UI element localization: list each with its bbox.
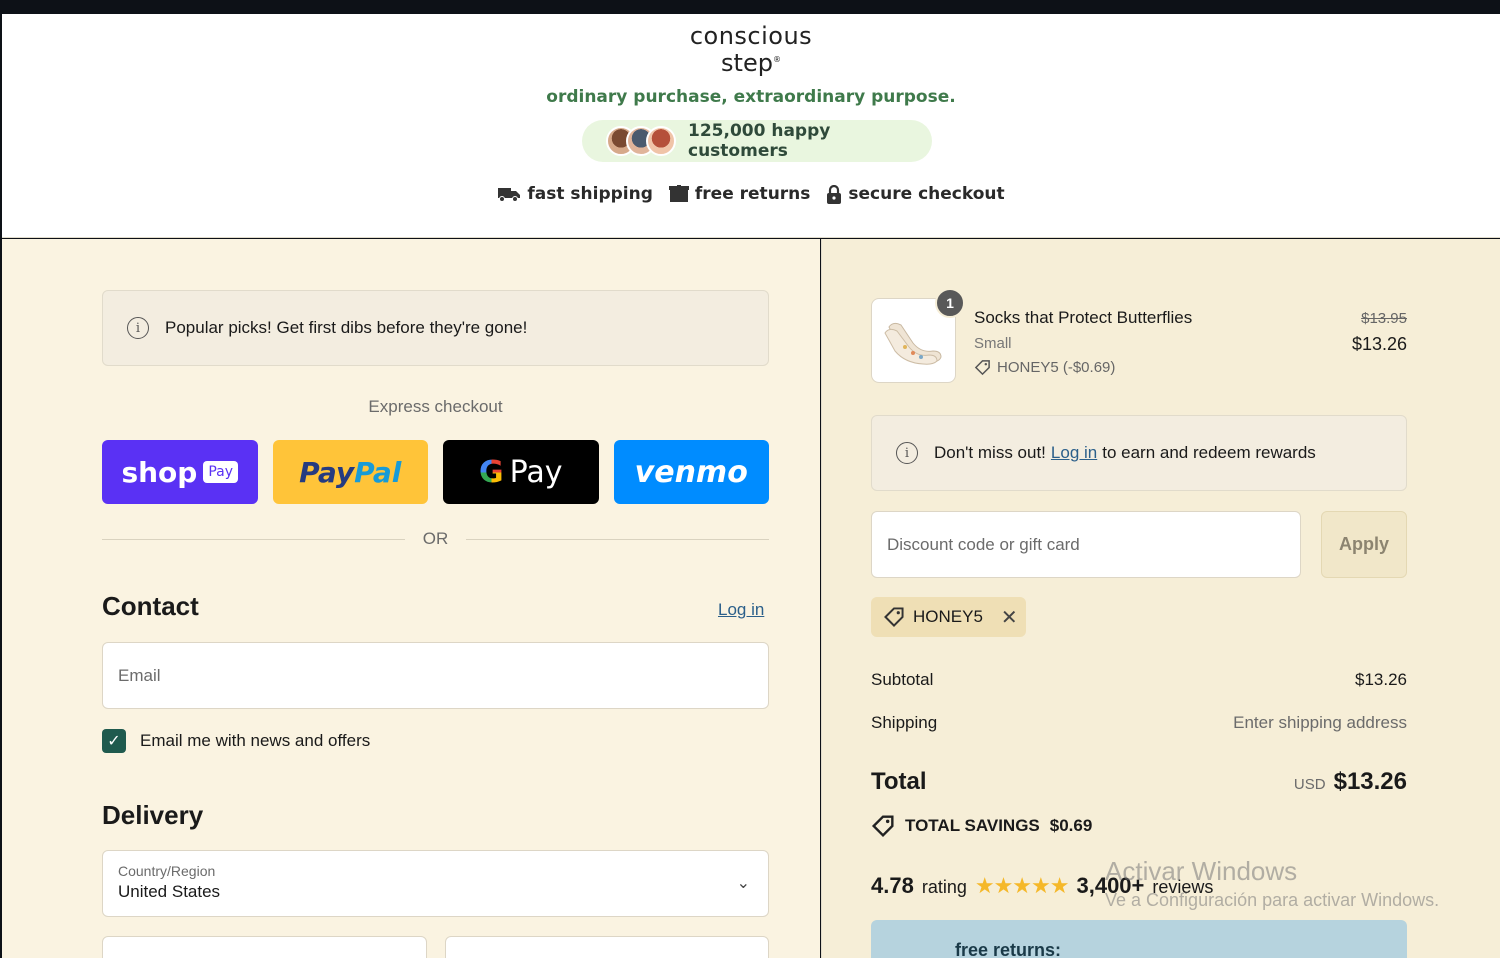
avatar: [646, 126, 676, 156]
or-label: OR: [422, 529, 449, 548]
product-discount-text: HONEY5 (-$0.69): [997, 359, 1116, 376]
or-divider: OR: [102, 529, 769, 549]
badge-fast-shipping: fast shipping: [497, 184, 653, 204]
rewards-login-link[interactable]: Log in: [1051, 443, 1097, 463]
rewards-notice-before: Don't miss out!: [934, 443, 1046, 462]
tagline: ordinary purchase, extraordinary purpose…: [546, 87, 956, 107]
shipping-label: Shipping: [871, 713, 938, 732]
country-value: United States: [118, 882, 221, 901]
currency-code: USD: [1293, 776, 1326, 793]
truck-icon: [498, 188, 521, 202]
stock-notice-text: Popular picks! Get first dibs before the…: [165, 318, 528, 337]
paypal-wordmark-a: Pay: [299, 455, 355, 489]
store-header: conscious step® ordinary purchase, extra…: [2, 14, 1500, 238]
original-price: $13.95: [1361, 310, 1407, 327]
savings-label: TOTAL SAVINGS: [905, 816, 1040, 835]
store-logo[interactable]: conscious step®: [2, 24, 1500, 75]
discounted-price: $13.26: [1351, 334, 1407, 354]
promo-title: free returns:: [955, 940, 1062, 958]
country-select[interactable]: Country/Region United States ⌄: [102, 850, 769, 917]
first-name-field[interactable]: [102, 936, 427, 958]
total-label: Total: [871, 768, 927, 795]
info-icon: i: [896, 442, 918, 464]
express-checkout-label: Express checkout: [368, 397, 503, 416]
badge-label: free returns: [694, 184, 811, 204]
last-name-field[interactable]: [445, 936, 769, 958]
checkout-form-panel: i Popular picks! Get first dibs before t…: [2, 239, 820, 958]
customers-pill: 125,000 happy customers: [582, 120, 932, 162]
shop-pay-tag: Pay: [203, 461, 239, 483]
product-variant: Small: [974, 335, 1012, 352]
windows-activation-subtitle: Ve a Configuración para activar Windows.: [1105, 890, 1440, 910]
remove-discount-icon[interactable]: ✕: [1001, 605, 1018, 630]
google-g-icon: G: [478, 454, 504, 490]
shipping-row: Shipping Enter shipping address: [871, 713, 1407, 733]
info-icon: i: [127, 317, 149, 339]
country-label: Country/Region: [118, 863, 216, 879]
order-summary-panel: 1 Socks that Protect Butterflies Small H…: [821, 239, 1500, 958]
savings-value: $0.69: [1049, 816, 1093, 835]
shipping-value: Enter shipping address: [1233, 713, 1407, 732]
tag-icon: [884, 607, 904, 627]
venmo-button[interactable]: venmo: [613, 440, 769, 504]
product-title: Socks that Protect Butterflies: [974, 308, 1193, 327]
trust-badges: fast shipping free returns secure checko…: [2, 184, 1500, 204]
product-discount: HONEY5 (-$0.69): [974, 359, 1115, 376]
logo-line-2: step®: [2, 48, 1500, 75]
total-row: Total USD $13.26: [871, 768, 1407, 796]
rating-word: rating: [921, 877, 967, 897]
badge-label: fast shipping: [527, 184, 653, 204]
logo-line-2-text: step: [721, 49, 773, 77]
customers-count: 125,000 happy customers: [688, 121, 831, 161]
apply-button[interactable]: Apply: [1321, 511, 1407, 578]
applied-code: HONEY5: [913, 607, 983, 626]
subtotal-row: Subtotal $13.26: [871, 670, 1407, 690]
contact-heading: Contact: [102, 591, 199, 621]
box-icon: [668, 185, 689, 202]
lock-icon: [827, 184, 842, 204]
paypal-wordmark-b: Pal: [354, 455, 402, 489]
divider-line: [466, 538, 769, 540]
badge-secure-checkout: secure checkout: [826, 184, 1005, 204]
star-rating-icon: ★★★★★: [974, 873, 1070, 898]
shop-pay-button[interactable]: shop Pay: [102, 440, 258, 504]
contact-login-link[interactable]: Log in: [718, 600, 764, 620]
total-savings: TOTAL SAVINGS $0.69: [871, 814, 1092, 838]
express-pay-buttons: shop Pay Pay Pal G Pay venmo: [102, 440, 769, 504]
google-pay-button[interactable]: G Pay: [443, 440, 599, 504]
rewards-notice: i Don't miss out! Log in to earn and red…: [871, 415, 1407, 491]
newsletter-checkbox[interactable]: ✓: [102, 729, 126, 753]
window-top-bar: [0, 0, 1500, 14]
quantity-badge: 1: [935, 288, 965, 318]
applied-discount-chip: HONEY5 ✕: [871, 597, 1026, 637]
google-pay-wordmark: Pay: [509, 454, 563, 490]
badge-free-returns: free returns: [668, 184, 811, 204]
discount-code-input[interactable]: Discount code or gift card: [871, 511, 1301, 578]
delivery-heading: Delivery: [102, 800, 204, 830]
free-returns-banner: free returns:: [871, 920, 1407, 958]
subtotal-label: Subtotal: [871, 670, 934, 689]
email-field[interactable]: Email: [102, 642, 769, 709]
divider-line: [102, 538, 405, 540]
newsletter-label: Email me with news and offers: [140, 731, 371, 750]
chevron-down-icon: ⌄: [736, 875, 750, 892]
venmo-wordmark: venmo: [634, 454, 748, 490]
windows-activation-title: Activar Windows: [1105, 856, 1298, 886]
subtotal-value: $13.26: [1355, 670, 1407, 689]
rewards-notice-after: to earn and redeem rewards: [1102, 443, 1316, 462]
total-amount: USD $13.26: [1294, 768, 1407, 796]
shop-pay-wordmark: shop: [121, 455, 198, 489]
registered-mark: ®: [772, 55, 781, 64]
newsletter-option[interactable]: ✓ Email me with news and offers: [102, 729, 370, 753]
rating-value: 4.78: [871, 873, 914, 898]
badge-label: secure checkout: [848, 184, 1005, 204]
tag-icon: [871, 815, 894, 838]
customer-avatars: [606, 126, 676, 156]
tag-icon: [974, 360, 990, 376]
total-value: $13.26: [1333, 768, 1407, 795]
stock-notice: i Popular picks! Get first dibs before t…: [102, 290, 769, 366]
paypal-button[interactable]: Pay Pal: [272, 440, 428, 504]
sock-image: [883, 322, 942, 365]
logo-line-1: conscious: [689, 22, 813, 50]
